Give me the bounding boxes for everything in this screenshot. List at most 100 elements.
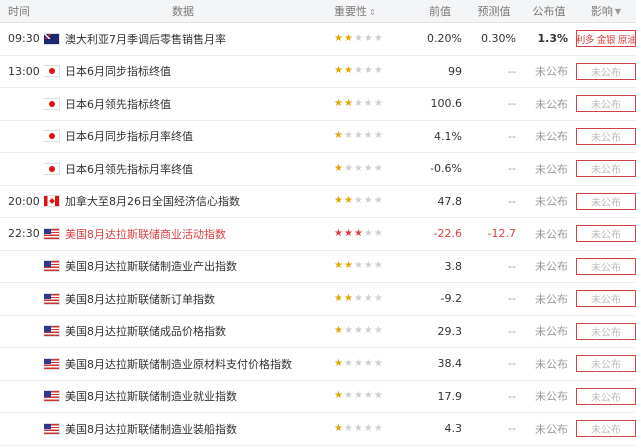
flag-us-icon	[44, 228, 59, 239]
indicator-name[interactable]: 加拿大至8月26日全国经济信心指数	[65, 193, 240, 209]
forecast-value: --	[508, 194, 516, 208]
star-filled-icon: ★	[353, 228, 363, 239]
actual-value: 未公布	[535, 390, 568, 404]
header-impact[interactable]: 影响 ▼	[576, 3, 636, 19]
indicator-name[interactable]: 澳大利亚7月季调后零售销售月率	[65, 31, 226, 47]
indicator-name[interactable]: 日本6月领先指标终值	[65, 96, 171, 112]
star-empty-icon: ★	[353, 293, 363, 304]
previous-value: -22.6	[433, 227, 462, 241]
forecast-value: --	[508, 324, 516, 338]
star-empty-icon: ★	[353, 163, 363, 174]
star-empty-icon: ★	[373, 261, 383, 272]
flag-jp-icon	[44, 163, 59, 174]
flag-us-icon	[44, 261, 59, 272]
impact-badge: 未公布	[576, 257, 636, 275]
impact-badge: 未公布	[576, 290, 636, 308]
row-time: 22:30	[0, 227, 44, 240]
previous-value: -0.6%	[430, 162, 462, 176]
flag-jp-icon	[44, 98, 59, 109]
impact-badge: 未公布	[576, 225, 636, 243]
importance-stars: ★ ★ ★ ★ ★	[334, 229, 414, 239]
previous-value: 99	[448, 64, 462, 78]
impact-badge: 未公布	[576, 420, 636, 438]
forecast-value: --	[508, 389, 516, 403]
importance-stars: ★ ★ ★ ★ ★	[334, 164, 414, 174]
table-row[interactable]: 09:30 澳大利亚7月季调后零售销售月率 ★ ★ ★ ★ ★ 0.20% 0.30% …	[0, 23, 636, 56]
indicator-name[interactable]: 日本6月同步指标终值	[65, 63, 171, 79]
indicator-name[interactable]: 美国8月达拉斯联储制造业原材料支付价格指数	[65, 356, 292, 372]
star-empty-icon: ★	[343, 423, 353, 434]
row-data: 美国8月达拉斯联储制造业原材料支付价格指数	[44, 356, 334, 372]
flag-us-icon	[44, 358, 59, 369]
impact-cell: 未公布	[576, 420, 636, 438]
indicator-name[interactable]: 美国8月达拉斯联储商业活动指数	[65, 226, 226, 242]
row-data: 日本6月同步指标月率终值	[44, 128, 334, 144]
star-empty-icon: ★	[353, 423, 363, 434]
table-row[interactable]: 美国8月达拉斯联储制造业产出指数 ★ ★ ★ ★ ★ 3.8 -- 未公布 未公布	[0, 251, 636, 283]
chevron-down-icon: ▼	[614, 6, 622, 16]
indicator-name[interactable]: 美国8月达拉斯联储成品价格指数	[65, 323, 226, 339]
row-data: 澳大利亚7月季调后零售销售月率	[44, 31, 334, 47]
indicator-name[interactable]: 美国8月达拉斯联储制造业就业指数	[65, 388, 237, 404]
importance-stars: ★ ★ ★ ★ ★	[334, 326, 414, 336]
table-row[interactable]: 美国8月达拉斯联储制造业就业指数 ★ ★ ★ ★ ★ 17.9 -- 未公布 未公布	[0, 381, 636, 413]
indicator-name[interactable]: 美国8月达拉斯联储制造业产出指数	[65, 258, 237, 274]
importance-stars: ★ ★ ★ ★ ★	[334, 34, 414, 44]
star-filled-icon: ★	[343, 98, 353, 109]
star-filled-icon: ★	[334, 196, 343, 207]
star-empty-icon: ★	[353, 196, 363, 207]
table-row[interactable]: 美国8月达拉斯联储制造业装船指数 ★ ★ ★ ★ ★ 4.3 -- 未公布 未公布	[0, 413, 636, 446]
previous-value: 4.1%	[434, 129, 462, 143]
flag-us-icon	[44, 391, 59, 402]
previous-value: 47.8	[437, 194, 463, 208]
row-data: 美国8月达拉斯联储制造业产出指数	[44, 258, 334, 274]
actual-value: 未公布	[535, 162, 568, 176]
star-empty-icon: ★	[373, 391, 383, 402]
row-data: 美国8月达拉斯联储新订单指数	[44, 291, 334, 307]
star-empty-icon: ★	[363, 326, 373, 337]
impact-badge: 未公布	[576, 387, 636, 405]
previous-value: 29.3	[437, 324, 463, 338]
star-filled-icon: ★	[334, 261, 343, 272]
star-empty-icon: ★	[363, 358, 373, 369]
star-empty-icon: ★	[373, 228, 383, 239]
impact-badge: 利多 金银 原油	[576, 30, 636, 48]
indicator-name[interactable]: 美国8月达拉斯联储新订单指数	[65, 291, 215, 307]
table-header: 时间 数据 重要性 ⇕ 前值 预测值 公布值 影响 ▼	[0, 0, 636, 23]
star-empty-icon: ★	[373, 33, 383, 44]
row-data: 日本6月同步指标终值	[44, 63, 334, 79]
forecast-value: --	[508, 97, 516, 111]
impact-cell: 未公布	[576, 95, 636, 113]
star-empty-icon: ★	[343, 326, 353, 337]
importance-stars: ★ ★ ★ ★ ★	[334, 66, 414, 76]
importance-stars: ★ ★ ★ ★ ★	[334, 99, 414, 109]
forecast-value: --	[508, 292, 516, 306]
previous-value: 38.4	[437, 357, 463, 371]
previous-value: 3.8	[444, 259, 463, 273]
star-empty-icon: ★	[363, 131, 373, 142]
importance-stars: ★ ★ ★ ★ ★	[334, 424, 414, 434]
table-row[interactable]: 日本6月同步指标月率终值 ★ ★ ★ ★ ★ 4.1% -- 未公布 未公布	[0, 121, 636, 153]
importance-stars: ★ ★ ★ ★ ★	[334, 359, 414, 369]
flag-ca-icon	[44, 196, 59, 207]
previous-value: 0.20%	[427, 32, 462, 46]
header-importance[interactable]: 重要性 ⇕	[334, 3, 414, 19]
row-data: 美国8月达拉斯联储制造业就业指数	[44, 388, 334, 404]
star-empty-icon: ★	[363, 293, 373, 304]
table-row[interactable]: 日本6月领先指标终值 ★ ★ ★ ★ ★ 100.6 -- 未公布 未公布	[0, 88, 636, 121]
table-row[interactable]: 20:00 加拿大至8月26日全国经济信心指数 ★ ★ ★ ★ ★ 47.8 -- 未公…	[0, 186, 636, 218]
indicator-name[interactable]: 日本6月领先指标月率终值	[65, 161, 193, 177]
table-row[interactable]: 日本6月领先指标月率终值 ★ ★ ★ ★ ★ -0.6% -- 未公布 未公布	[0, 153, 636, 186]
star-filled-icon: ★	[334, 358, 343, 369]
header-actual: 公布值	[532, 5, 566, 18]
table-row[interactable]: 13:00 日本6月同步指标终值 ★ ★ ★ ★ ★ 99 -- 未公布 未公布	[0, 56, 636, 88]
table-row[interactable]: 22:30 美国8月达拉斯联储商业活动指数 ★ ★ ★ ★ ★ -22.6 -12.7 …	[0, 218, 636, 251]
table-row[interactable]: 美国8月达拉斯联储制造业原材料支付价格指数 ★ ★ ★ ★ ★ 38.4 -- 未公布 …	[0, 348, 636, 381]
flag-us-icon	[44, 293, 59, 304]
table-row[interactable]: 美国8月达拉斯联储新订单指数 ★ ★ ★ ★ ★ -9.2 -- 未公布 未公布	[0, 283, 636, 316]
indicator-name[interactable]: 美国8月达拉斯联储制造业装船指数	[65, 421, 237, 437]
star-filled-icon: ★	[334, 423, 343, 434]
flag-jp-icon	[44, 66, 59, 77]
indicator-name[interactable]: 日本6月同步指标月率终值	[65, 128, 193, 144]
table-row[interactable]: 美国8月达拉斯联储成品价格指数 ★ ★ ★ ★ ★ 29.3 -- 未公布 未公布	[0, 316, 636, 348]
